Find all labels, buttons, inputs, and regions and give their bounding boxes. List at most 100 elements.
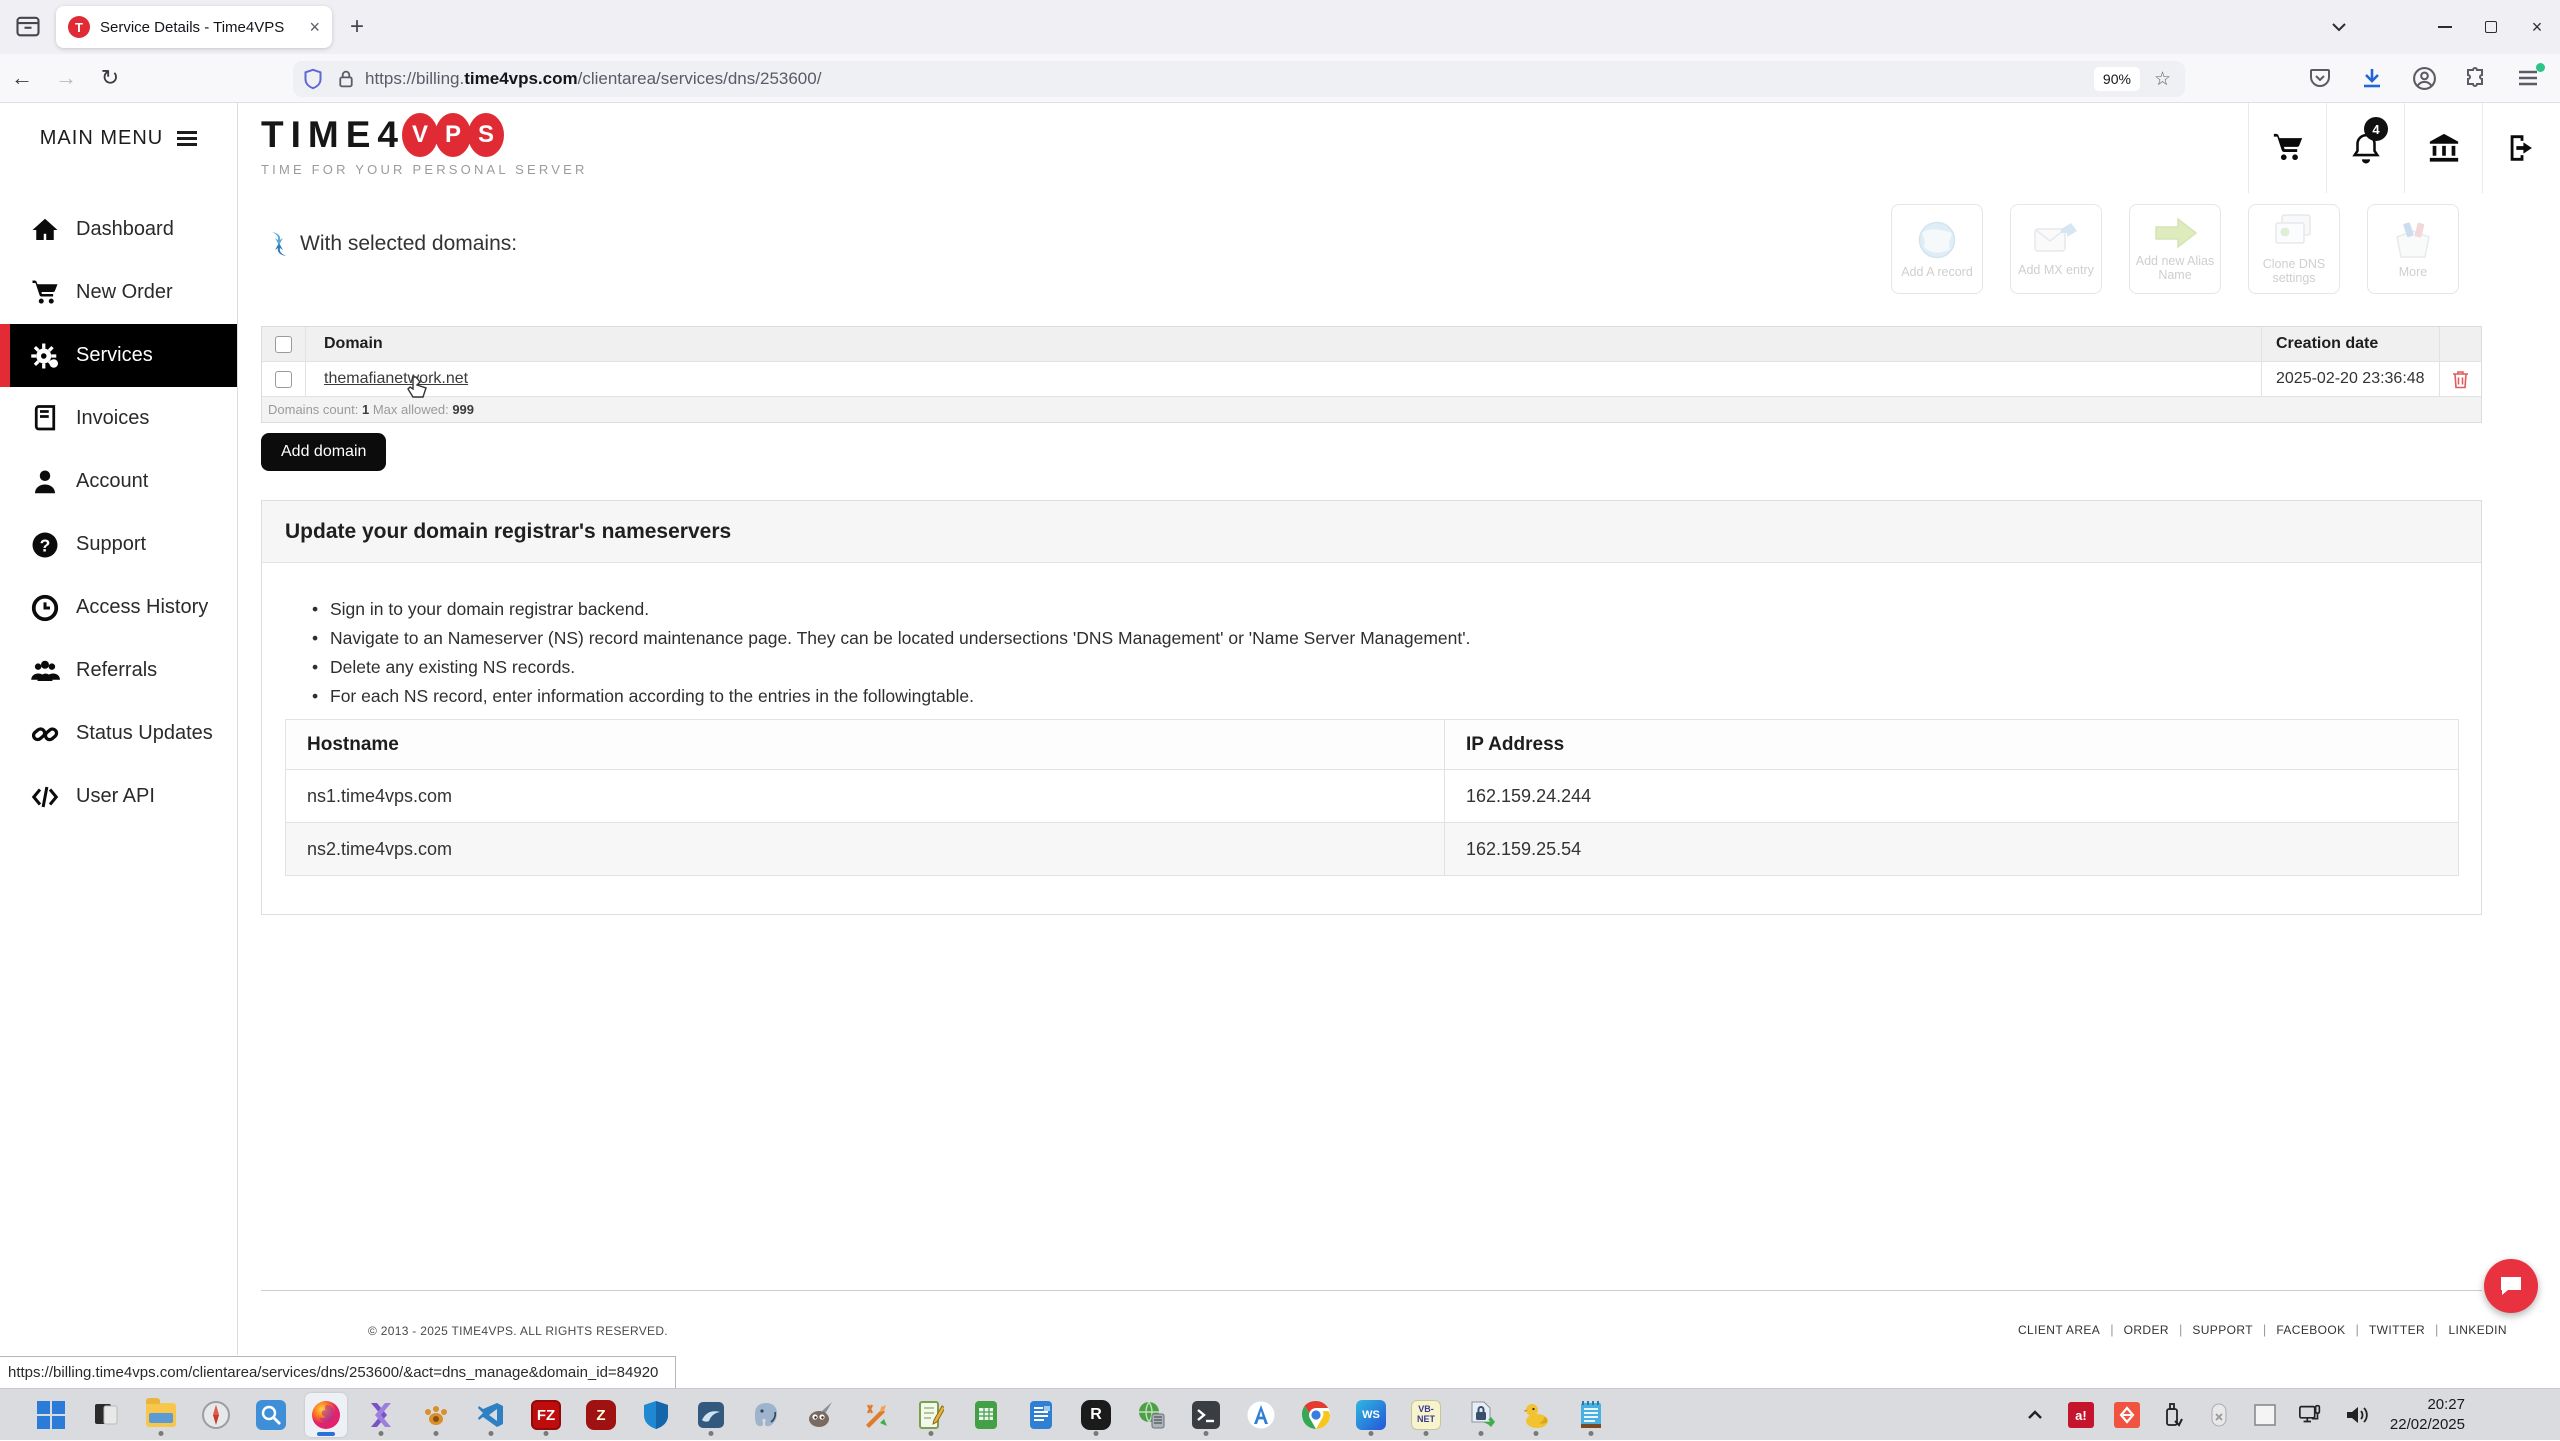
time4vps-logo[interactable]: TIME4 V P S TIME FOR YOUR PERSONAL SERVE… (261, 113, 588, 177)
network-tray-icon[interactable] (2298, 1402, 2324, 1428)
footer-link-linkedin[interactable]: LINKEDIN (2448, 1323, 2507, 1337)
nameserver-row: ns2.time4vps.com 162.159.25.54 (286, 822, 2458, 875)
url-bar[interactable]: https://billing.time4vps.com/clientarea/… (293, 61, 2185, 97)
tools-app-button[interactable] (855, 1393, 897, 1437)
domain-link[interactable]: themafianetwork.net (324, 370, 468, 388)
back-icon[interactable]: ← (0, 65, 44, 91)
tab-overflow-chevron-icon[interactable] (2316, 0, 2362, 54)
taskbar-clock[interactable]: 20:27 22/02/2025 (2390, 1395, 2465, 1436)
select-all-checkbox[interactable] (275, 336, 292, 353)
start-button[interactable] (30, 1393, 72, 1437)
notifications-button[interactable]: 4 (2326, 103, 2404, 193)
footer-link-twitter[interactable]: TWITTER (2369, 1323, 2425, 1337)
add-domain-button[interactable]: Add domain (261, 433, 386, 471)
zoom-level-button[interactable]: 90% (2094, 67, 2140, 91)
notes-editor-button[interactable] (910, 1393, 952, 1437)
sidebar-item-account[interactable]: Account (0, 450, 237, 513)
windows-security-button[interactable] (635, 1393, 677, 1437)
chat-widget-button[interactable] (2484, 1259, 2538, 1313)
forward-icon[interactable]: → (44, 65, 88, 91)
footer-link-support[interactable]: SUPPORT (2192, 1323, 2253, 1337)
footer-link-order[interactable]: ORDER (2124, 1323, 2169, 1337)
gimp-button[interactable] (800, 1393, 842, 1437)
tab-list-icon[interactable] (14, 12, 44, 42)
sidebar-title: MAIN MENU (40, 127, 163, 150)
new-tab-button[interactable]: + (350, 14, 364, 40)
account-icon[interactable] (2412, 66, 2438, 92)
firefox-button[interactable] (305, 1393, 347, 1437)
vscode-button[interactable] (470, 1393, 512, 1437)
vbnet-button[interactable]: VB-NET (1405, 1393, 1447, 1437)
add-alias-button[interactable]: Add new Alias Name (2129, 204, 2221, 294)
sidebar-item-status-updates[interactable]: Status Updates (0, 702, 237, 765)
sidebar-item-invoices[interactable]: Invoices (0, 387, 237, 450)
filezilla-button[interactable]: FZ (525, 1393, 567, 1437)
server-globe-button[interactable] (1130, 1393, 1172, 1437)
minimize-button[interactable] (2422, 0, 2468, 54)
file-explorer-button[interactable] (140, 1393, 182, 1437)
usb-tray-icon[interactable] (2160, 1402, 2186, 1428)
cart-button[interactable] (2248, 103, 2326, 193)
listary-tray-icon[interactable] (2114, 1402, 2140, 1428)
row-checkbox[interactable] (275, 371, 292, 388)
tracking-shield-icon[interactable] (303, 68, 323, 90)
extensions-puzzle-icon[interactable] (2464, 66, 2490, 92)
bookmark-star-icon[interactable]: ☆ (2154, 68, 2171, 91)
sidebar-item-support[interactable]: ? Support (0, 513, 237, 576)
square-tray-icon[interactable] (2252, 1402, 2278, 1428)
cyberduck-button[interactable] (1515, 1393, 1557, 1437)
notebook-pencil-icon (918, 1400, 944, 1430)
task-view-button[interactable] (85, 1393, 127, 1437)
menu-hamburger-icon[interactable] (2516, 66, 2542, 92)
sidebar-collapse-icon[interactable] (177, 128, 197, 149)
designer-a-button[interactable] (1240, 1393, 1282, 1437)
download-icon[interactable] (2360, 66, 2386, 92)
webstorm-button[interactable]: WS (1350, 1393, 1392, 1437)
tray-chevron-icon[interactable] (2022, 1402, 2048, 1428)
amd-tray-icon[interactable]: a! (2068, 1402, 2094, 1428)
delete-trash-icon[interactable] (2452, 370, 2469, 389)
lock-icon[interactable] (337, 69, 355, 89)
postgresql-button[interactable] (745, 1393, 787, 1437)
terminal-button[interactable] (1185, 1393, 1227, 1437)
add-mx-entry-button[interactable]: Add MX entry (2010, 204, 2102, 294)
filezilla-server-button[interactable]: Z (580, 1393, 622, 1437)
sidebar-item-access-history[interactable]: Access History (0, 576, 237, 639)
spreadsheet-app-button[interactable] (965, 1393, 1007, 1437)
billing-button[interactable] (2404, 103, 2482, 193)
mremoteng-button[interactable]: R (1075, 1393, 1117, 1437)
paw-app-button[interactable] (415, 1393, 457, 1437)
sidebar-item-services[interactable]: Services (0, 324, 237, 387)
vscode-icon (477, 1401, 505, 1429)
sidebar-item-new-order[interactable]: New Order (0, 261, 237, 324)
clock-icon (30, 593, 60, 623)
browser-compass-button[interactable] (195, 1393, 237, 1437)
domain-table-summary: Domains count: 1 Max allowed: 999 (262, 396, 2481, 422)
chrome-button[interactable] (1295, 1393, 1337, 1437)
document-app-button[interactable] (1020, 1393, 1062, 1437)
mouse-tray-icon[interactable] (2206, 1402, 2232, 1428)
close-window-button[interactable]: × (2514, 0, 2560, 54)
windows-taskbar: FZ Z R (0, 1388, 2560, 1440)
mysql-workbench-button[interactable] (690, 1393, 732, 1437)
reload-icon[interactable]: ↻ (88, 65, 132, 91)
volume-tray-icon[interactable] (2344, 1402, 2370, 1428)
mobaxterm-icon (367, 1401, 395, 1429)
tab-close-icon[interactable]: × (309, 17, 320, 38)
add-a-record-button[interactable]: Add A record (1891, 204, 1983, 294)
clone-dns-button[interactable]: Clone DNS settings (2248, 204, 2340, 294)
search-app-button[interactable] (250, 1393, 292, 1437)
sidebar-item-user-api[interactable]: User API (0, 765, 237, 828)
notepad-blue-button[interactable] (1570, 1393, 1612, 1437)
mobaxterm-button[interactable] (360, 1393, 402, 1437)
browser-tab[interactable]: T Service Details - Time4VPS × (56, 6, 332, 48)
footer-link-facebook[interactable]: FACEBOOK (2276, 1323, 2345, 1337)
logout-button[interactable] (2482, 103, 2560, 193)
footer-link-client-area[interactable]: CLIENT AREA (2018, 1323, 2100, 1337)
sync-lock-button[interactable] (1460, 1393, 1502, 1437)
pocket-icon[interactable] (2308, 66, 2334, 92)
sidebar-item-dashboard[interactable]: Dashboard (0, 198, 237, 261)
maximize-button[interactable] (2468, 0, 2514, 54)
more-actions-button[interactable]: More (2367, 204, 2459, 294)
sidebar-item-referrals[interactable]: Referrals (0, 639, 237, 702)
